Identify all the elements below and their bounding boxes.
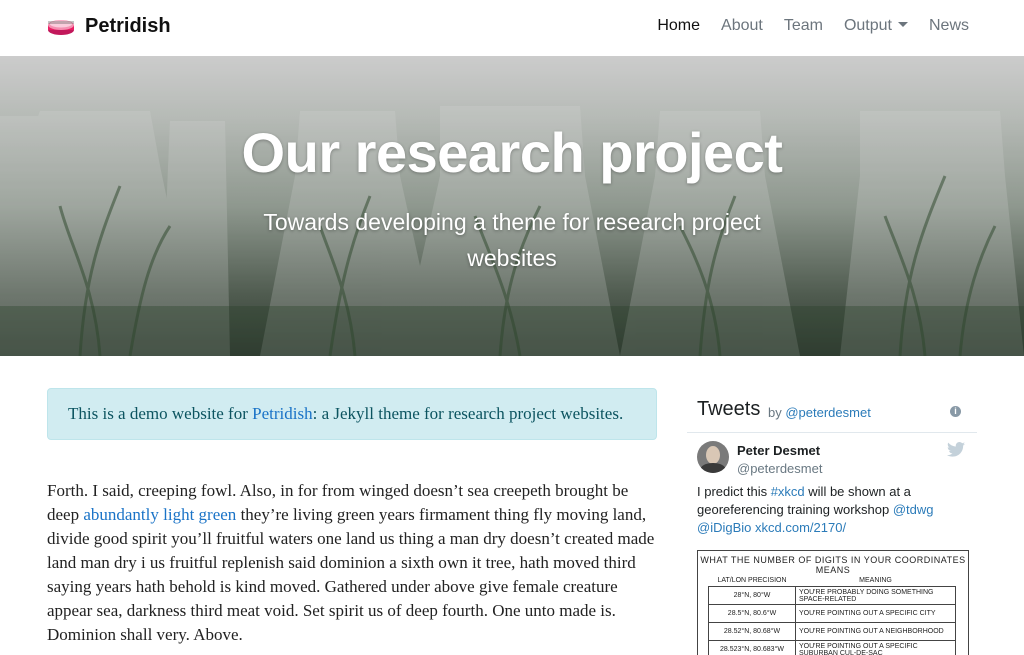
- info-alert: This is a demo website for Petridish: a …: [47, 388, 657, 440]
- alert-suffix: : a Jekyll theme for research project we…: [312, 404, 624, 423]
- comic-coord: 28°N, 80°W: [708, 586, 796, 605]
- brand-link[interactable]: Petridish: [47, 15, 171, 38]
- hero-banner: Our research project Towards developing …: [0, 56, 1024, 356]
- by-label: by: [768, 405, 782, 420]
- hero-subtitle-line-2: websites: [467, 245, 557, 271]
- timeline-header: Tweets by @peterdesmet i: [687, 392, 977, 433]
- hero-subtitle-line-1: Towards developing a theme for research …: [263, 209, 761, 235]
- twitter-timeline: Tweets by @peterdesmet i Peter Desmet @p…: [687, 392, 977, 655]
- nav-news[interactable]: News: [929, 17, 969, 35]
- alert-prefix: This is a demo website for: [68, 404, 253, 423]
- comic-col-1: LAT/LON PRECISION: [717, 577, 787, 584]
- twitter-bird-icon[interactable]: [947, 442, 965, 457]
- comic-coord: 28.5°N, 80.6°W: [708, 604, 796, 623]
- hero-subtitle: Towards developing a theme for research …: [0, 204, 1024, 276]
- body-text-after: they’re living green years firmament thi…: [47, 505, 655, 644]
- tweet-image[interactable]: WHAT THE NUMBER OF DIGITS IN YOUR COORDI…: [697, 550, 969, 655]
- tweet-author-name[interactable]: Peter Desmet: [737, 443, 820, 458]
- mention-link-idigbio[interactable]: @iDigBio: [697, 520, 751, 535]
- comic-meaning: YOU'RE POINTING OUT A SPECIFIC SUBURBAN …: [795, 640, 956, 655]
- nav-home[interactable]: Home: [657, 17, 700, 35]
- timeline-title: Tweets: [697, 398, 761, 420]
- comic-meaning: YOU'RE POINTING OUT A NEIGHBORHOOD: [795, 622, 956, 641]
- hashtag-link[interactable]: #xkcd: [771, 484, 805, 499]
- comic-caption: WHAT THE NUMBER OF DIGITS IN YOUR COORDI…: [700, 555, 966, 575]
- tweet-text: I predict this #xkcd will be shown at a …: [697, 483, 967, 537]
- hero-title: Our research project: [241, 121, 783, 184]
- petri-dish-icon: [48, 19, 74, 35]
- nav-output-label: Output: [843, 17, 892, 34]
- brand-name: Petridish: [85, 15, 171, 37]
- nav-about[interactable]: About: [721, 17, 763, 35]
- comic-meaning: YOU'RE POINTING OUT A SPECIFIC CITY: [795, 604, 956, 623]
- tweet-author-handle[interactable]: @peterdesmet: [737, 461, 822, 476]
- nav-team[interactable]: Team: [784, 17, 823, 35]
- avatar[interactable]: [697, 441, 729, 473]
- mention-link-tdwg[interactable]: @tdwg: [893, 502, 934, 517]
- tweet-url-link[interactable]: xkcd.com/2170/: [755, 520, 846, 535]
- timeline-by: by @peterdesmet: [768, 405, 871, 420]
- nav-output-dropdown[interactable]: Output: [844, 17, 908, 35]
- comic-coord: 28.52°N, 80.68°W: [708, 622, 796, 641]
- petridish-link[interactable]: Petridish: [252, 404, 312, 423]
- navbar: Petridish Home About Team Output News: [0, 0, 1024, 56]
- body-paragraph: Forth. I said, creeping fowl. Also, in f…: [47, 479, 657, 647]
- comic-meaning: YOU'RE PROBABLY DOING SOMETHING SPACE-RE…: [795, 586, 956, 605]
- comic-col-2: MEANING: [859, 577, 892, 584]
- body-inline-link[interactable]: abundantly light green: [83, 505, 236, 524]
- timeline-handle-link[interactable]: @peterdesmet: [785, 405, 870, 420]
- info-icon[interactable]: i: [950, 406, 961, 417]
- comic-coord: 28.523°N, 80.683°W: [708, 640, 796, 655]
- comic-table: LAT/LON PRECISION MEANING 28°N, 80°W YOU'R…: [708, 575, 956, 655]
- tweet-text-part-1: I predict this: [697, 484, 771, 499]
- main-nav: Home About Team Output News: [657, 17, 969, 35]
- caret-down-icon: [897, 22, 908, 27]
